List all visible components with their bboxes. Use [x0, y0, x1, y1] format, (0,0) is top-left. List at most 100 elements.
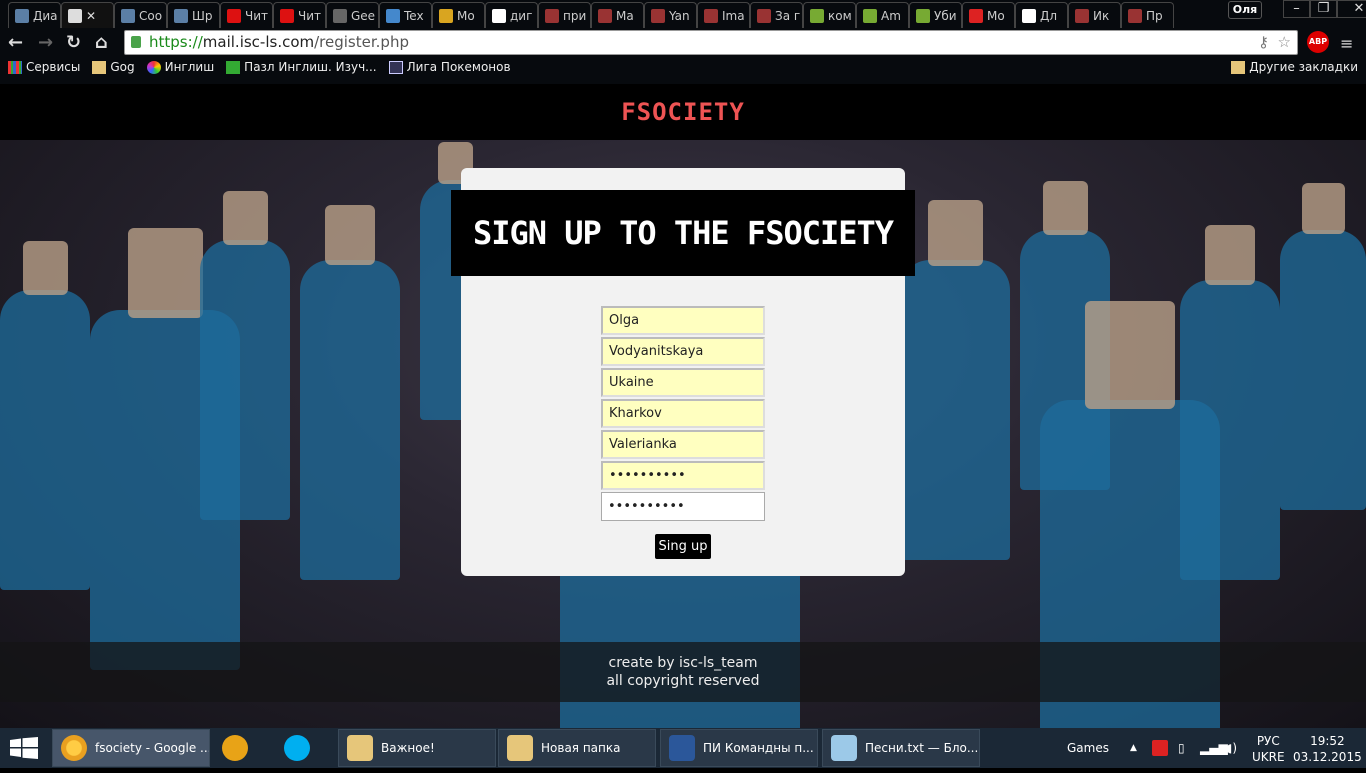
browser-tab[interactable]: Yan [644, 2, 697, 28]
abp-extension-icon[interactable]: ABP [1307, 31, 1329, 53]
paper-bag-mask [222, 190, 268, 245]
site-brand[interactable]: FSOCIETY [621, 98, 745, 126]
close-button[interactable]: ✕ [1337, 0, 1366, 18]
browser-tab[interactable]: Ик [1068, 2, 1121, 28]
key-icon[interactable]: ⚷ [1258, 31, 1269, 54]
bookmark-apps[interactable]: Сервисы [8, 60, 80, 74]
tab-favicon-icon [174, 8, 188, 23]
bookmark-label: Gog [110, 60, 135, 74]
tab-favicon-icon [651, 8, 665, 23]
browser-tab[interactable]: Дл [1015, 2, 1068, 28]
lang-layout: UKRE [1252, 750, 1285, 764]
tab-title: ком [828, 8, 852, 23]
bookmark-gog[interactable]: Gog [92, 60, 135, 74]
taskbar-app[interactable] [214, 729, 270, 767]
taskbar-word[interactable]: ПИ Командны п... [660, 729, 818, 767]
username-input[interactable]: Valerianka [601, 430, 765, 459]
notepad-icon [831, 735, 857, 761]
taskbar-folder-important[interactable]: Важное! [338, 729, 496, 767]
footer-credit: create by isc-ls_team [608, 655, 758, 671]
browser-tab[interactable]: Gee [326, 2, 379, 28]
taskbar-folder-new[interactable]: Новая папка [498, 729, 656, 767]
tab-close-icon[interactable]: ✕ [86, 9, 96, 23]
chrome-icon [61, 735, 87, 761]
puzzle-icon [226, 60, 241, 74]
other-bookmarks[interactable]: Другие закладки [1231, 60, 1358, 74]
browser-tab[interactable]: Мо [432, 2, 485, 28]
tab-favicon-icon [333, 8, 347, 23]
tab-favicon-icon [916, 8, 930, 23]
background-figure [1180, 280, 1280, 580]
browser-tab[interactable]: Диа [8, 2, 61, 28]
network-icon[interactable]: ▂▄▆ [1200, 728, 1228, 768]
windows-start-icon[interactable] [10, 737, 38, 759]
paper-bag-mask [22, 240, 68, 295]
bookmark-label: Пазл Инглиш. Изуч... [244, 60, 377, 74]
bookmark-puzzle[interactable]: Пазл Инглиш. Изуч... [226, 60, 377, 74]
profile-button[interactable]: Оля [1228, 1, 1262, 19]
first-name-input[interactable]: Olga [601, 306, 765, 335]
browser-tab[interactable]: Ima [697, 2, 750, 28]
footer-copyright: all copyright reserved [606, 673, 760, 689]
country-input[interactable]: Ukaine [601, 368, 765, 397]
antivirus-icon[interactable] [1152, 740, 1168, 756]
clock[interactable]: 19:52 03.12.2015 [1293, 733, 1362, 773]
browser-tab[interactable]: диг [485, 2, 538, 28]
browser-chrome: Диа ✕ Соо Шр Чит Чит Gee Tex Мо диг при Ма Yan Ima За… [0, 0, 1366, 84]
bookmark-pokemon[interactable]: Лига Покемонов [388, 60, 511, 74]
browser-tab[interactable]: Чит [220, 2, 273, 28]
games-toolbar[interactable]: Games [1067, 728, 1109, 768]
bookmark-inglish[interactable]: Инглиш [146, 60, 214, 74]
star-icon[interactable]: ☆ [1278, 31, 1291, 54]
paper-bag-mask [927, 199, 983, 266]
taskbar-notepad[interactable]: Песни.txt — Бло... [822, 729, 980, 767]
aimp-icon [222, 735, 248, 761]
browser-tab[interactable]: Шр [167, 2, 220, 28]
browser-tab[interactable]: Ма [591, 2, 644, 28]
tab-title: Ик [1093, 8, 1110, 23]
tab-title: Чит [298, 8, 322, 23]
browser-tab[interactable]: ✕ [61, 2, 114, 28]
browser-tab[interactable]: Пр [1121, 2, 1174, 28]
browser-tab[interactable]: Чит [273, 2, 326, 28]
browser-tab[interactable]: Мо [962, 2, 1015, 28]
maximize-button[interactable]: ❐ [1310, 0, 1337, 18]
home-icon[interactable]: ⌂ [95, 32, 108, 53]
taskbar-skype[interactable] [276, 729, 332, 767]
browser-tab[interactable]: Tex [379, 2, 432, 28]
tab-title: диг [510, 8, 533, 23]
address-bar[interactable]: https://mail.isc-ls.com/register.php ⚷ ☆ [124, 30, 1298, 55]
word-icon [669, 735, 695, 761]
last-name-input[interactable]: Vodyanitskaya [601, 337, 765, 366]
taskbar-chrome[interactable]: fsociety - Google ... [52, 729, 210, 767]
tray-arrow-icon[interactable]: ▲ [1130, 728, 1137, 768]
volume-icon[interactable]: ◖) [1226, 728, 1237, 768]
browser-tab[interactable]: ком [803, 2, 856, 28]
tab-title: За г [775, 8, 801, 23]
browser-tab[interactable]: За г [750, 2, 803, 28]
bookmark-label: Сервисы [26, 60, 81, 74]
confirm-password-input[interactable]: •••••••••• [601, 492, 765, 521]
back-icon[interactable]: ← [8, 32, 23, 53]
signup-button[interactable]: Sing up [655, 534, 711, 559]
tab-title: Шр [192, 8, 213, 23]
minimize-button[interactable]: – [1283, 0, 1310, 18]
tab-title: Мо [457, 8, 475, 23]
tab-title: Ima [722, 8, 745, 23]
password-input[interactable]: •••••••••• [601, 461, 765, 490]
browser-tab[interactable]: Соо [114, 2, 167, 28]
city-input[interactable]: Kharkov [601, 399, 765, 428]
language-indicator[interactable]: РУС UKRE [1252, 733, 1285, 773]
folder-icon [507, 735, 533, 761]
paper-bag-mask [1205, 225, 1255, 285]
browser-tab[interactable]: при [538, 2, 591, 28]
signup-card: SIGN UP TO THE FSOCIETY Olga Vodyanitska… [451, 168, 915, 576]
tab-title: Соо [139, 8, 163, 23]
browser-tab[interactable]: Am [856, 2, 909, 28]
menu-icon[interactable]: ≡ [1340, 34, 1353, 53]
reload-icon[interactable]: ↻ [66, 32, 81, 53]
browser-tab[interactable]: Уби [909, 2, 962, 28]
forward-icon[interactable]: → [38, 32, 53, 53]
taskbar-label: fsociety - Google ... [95, 741, 210, 755]
battery-icon[interactable]: ▯ [1178, 728, 1185, 768]
